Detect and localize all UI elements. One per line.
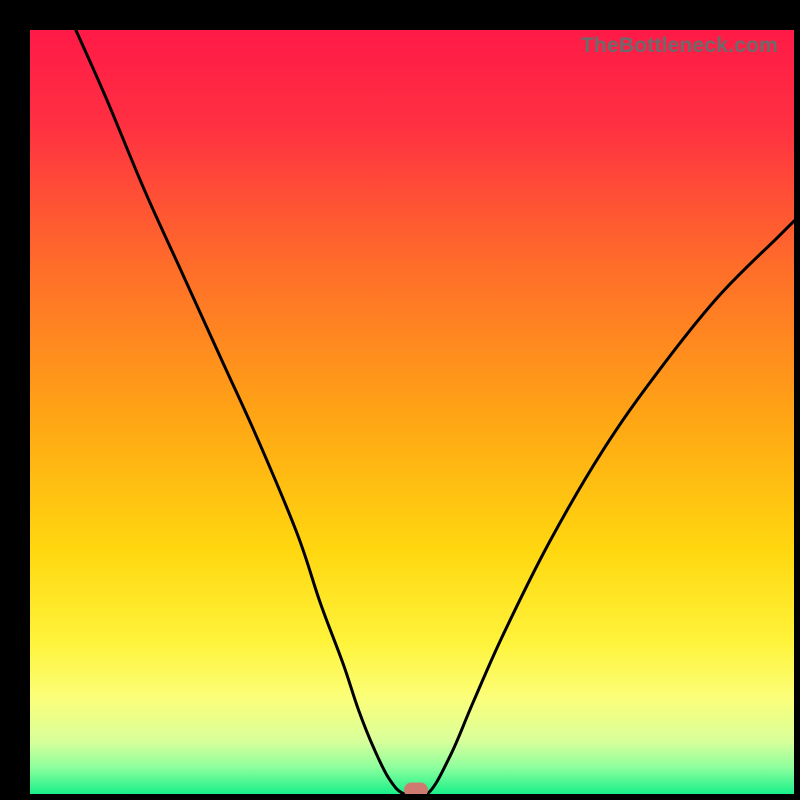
optimal-marker bbox=[404, 783, 428, 794]
bottleneck-curve bbox=[30, 30, 794, 794]
plot-area: TheBottleneck.com bbox=[30, 30, 794, 794]
chart-frame: TheBottleneck.com bbox=[12, 12, 788, 788]
watermark-text: TheBottleneck.com bbox=[581, 34, 778, 58]
